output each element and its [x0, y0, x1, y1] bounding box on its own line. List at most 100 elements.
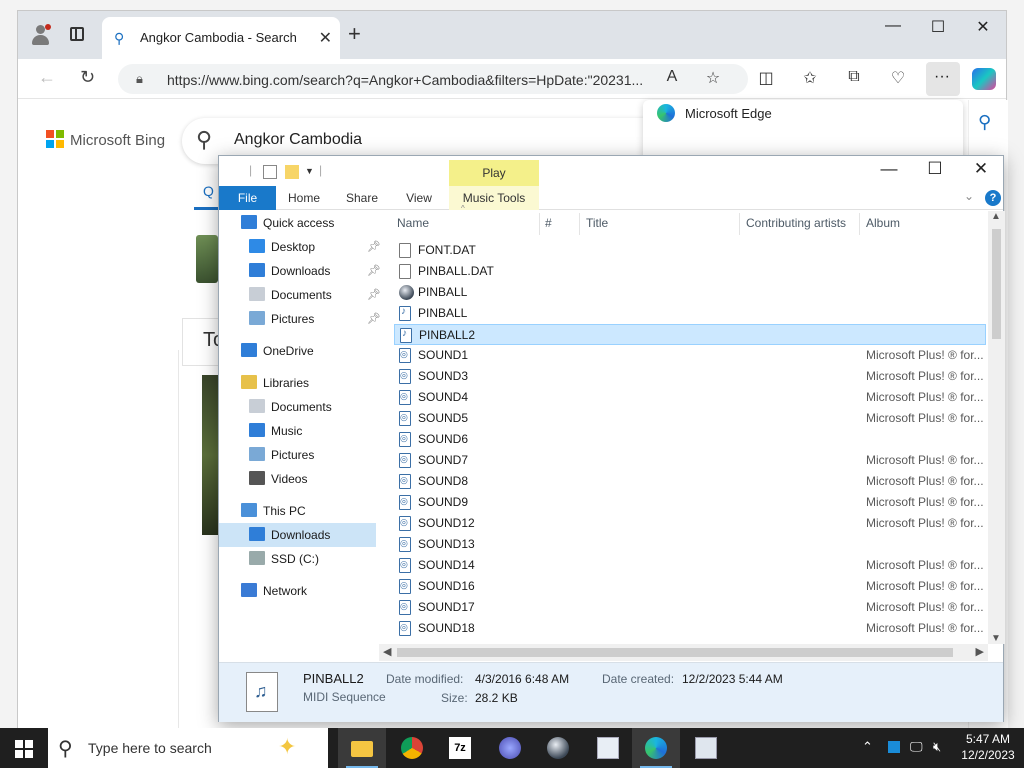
file-row[interactable]: SOUND7 Microsoft Plus! ® for... [394, 450, 986, 471]
taskbar-chrome[interactable] [388, 728, 436, 768]
play-context-tab[interactable]: Play [449, 160, 539, 186]
qat-dropdown-icon[interactable]: ▼ [305, 166, 314, 176]
bing-brand[interactable]: Microsoft Bing [70, 132, 165, 149]
file-row[interactable]: SOUND18 Microsoft Plus! ® for... [394, 618, 986, 639]
ribbon-tab-home[interactable]: Home [279, 186, 329, 210]
vertical-scrollbar[interactable]: ▲ ▼ [988, 211, 1005, 644]
file-row[interactable]: PINBALL.DAT [394, 261, 986, 282]
file-row[interactable]: SOUND16 Microsoft Plus! ® for... [394, 576, 986, 597]
file-row[interactable]: PINBALL2 [394, 324, 986, 345]
nav-item-pictures[interactable]: Pictures 📌︎ [249, 307, 381, 331]
file-row[interactable]: SOUND13 [394, 534, 986, 555]
tray-app-icon[interactable] [888, 741, 900, 753]
address-bar[interactable]: 🔒︎ https://www.bing.com/search?q=Angkor+… [118, 64, 748, 94]
column-album[interactable]: Album [866, 211, 900, 235]
column-separator[interactable] [539, 213, 540, 235]
nav-item-libraries[interactable]: Libraries [241, 371, 309, 395]
maximize-button[interactable]: ☐ [923, 17, 953, 37]
file-row[interactable]: SOUND1 Microsoft Plus! ® for... [394, 345, 986, 366]
start-button[interactable] [15, 740, 33, 758]
taskbar-edge[interactable] [632, 728, 680, 768]
nav-item-this-pc[interactable]: This PC [241, 499, 306, 523]
nav-item-music[interactable]: Music [249, 419, 302, 443]
explorer-minimize-button[interactable]: — [867, 159, 911, 179]
ribbon-tab-file[interactable]: File [219, 186, 276, 210]
file-row[interactable]: SOUND4 Microsoft Plus! ® for... [394, 387, 986, 408]
nav-item-downloads[interactable]: Downloads [219, 523, 376, 547]
result-card[interactable]: To [182, 318, 224, 366]
help-icon[interactable]: ? [985, 190, 1001, 206]
column-separator[interactable] [859, 213, 860, 235]
column-separator[interactable] [739, 213, 740, 235]
column-contributing-artists[interactable]: Contributing artists [746, 211, 846, 235]
tab-actions-icon[interactable] [70, 27, 84, 41]
ribbon-tab-share[interactable]: Share [337, 186, 387, 210]
result-thumbnail[interactable] [196, 235, 218, 283]
read-aloud-icon[interactable]: A [660, 68, 684, 86]
new-tab-button[interactable]: + [348, 23, 361, 45]
back-icon[interactable]: ← [38, 67, 56, 88]
favorites-icon[interactable]: ✩ [798, 68, 822, 88]
taskbar-7zip[interactable]: 7z [436, 728, 484, 768]
browser-tab[interactable]: ⚲ Angkor Cambodia - Search ✕ [102, 17, 340, 59]
vertical-scroll-thumb[interactable] [992, 229, 1001, 339]
file-row[interactable]: SOUND5 Microsoft Plus! ® for... [394, 408, 986, 429]
column-title[interactable]: Title [586, 211, 608, 235]
collections-icon[interactable]: ⧉ [842, 68, 866, 86]
horizontal-scrollbar[interactable]: ◀ ▶ [379, 644, 988, 661]
properties-icon[interactable] [263, 165, 277, 179]
file-row[interactable]: SOUND6 [394, 429, 986, 450]
file-row[interactable]: PINBALL [394, 282, 986, 303]
column-number[interactable]: # [545, 211, 552, 235]
ribbon-tab-view[interactable]: View [395, 186, 443, 210]
file-row[interactable]: PINBALL [394, 303, 986, 324]
taskbar-search-box[interactable]: ⚲ Type here to search ✦ [48, 728, 328, 768]
more-button[interactable]: ··· [926, 62, 960, 96]
nav-item-desktop[interactable]: Desktop 📌︎ [249, 235, 381, 259]
close-button[interactable]: ✕ [968, 17, 998, 37]
scroll-right-icon[interactable]: ▶ [976, 645, 984, 658]
file-row[interactable]: SOUND12 Microsoft Plus! ® for... [394, 513, 986, 534]
taskbar-pinball[interactable] [534, 728, 582, 768]
copilot-icon[interactable] [972, 68, 996, 90]
taskbar-clock[interactable]: 5:47 AM 12/2/2023 [958, 731, 1018, 763]
nav-item-ssd-c-[interactable]: SSD (C:) [249, 547, 319, 571]
column-separator[interactable] [579, 213, 580, 235]
search-tab-icon[interactable]: Q [203, 183, 214, 199]
scroll-left-icon[interactable]: ◀ [383, 645, 391, 658]
new-folder-icon[interactable] [285, 165, 299, 179]
sidebar-search-icon[interactable]: ⚲ [978, 112, 991, 133]
file-row[interactable]: SOUND9 Microsoft Plus! ® for... [394, 492, 986, 513]
favorite-star-icon[interactable]: ☆ [701, 68, 725, 88]
file-row[interactable]: SOUND3 Microsoft Plus! ® for... [394, 366, 986, 387]
show-hidden-icons-icon[interactable]: ⌃ [862, 739, 873, 755]
taskbar-notepad[interactable] [584, 728, 632, 768]
file-row[interactable]: SOUND8 Microsoft Plus! ® for... [394, 471, 986, 492]
minimize-button[interactable]: — [878, 17, 908, 35]
explorer-maximize-button[interactable]: ☐ [913, 159, 957, 179]
expand-ribbon-icon[interactable]: ⌄ [964, 189, 974, 203]
taskbar-file-explorer[interactable] [338, 728, 386, 768]
browser-essentials-icon[interactable]: ♡ [886, 68, 910, 88]
nav-item-documents[interactable]: Documents [249, 395, 332, 419]
profile-icon[interactable] [30, 23, 52, 45]
nav-item-quick-access[interactable]: Quick access [241, 211, 334, 235]
nav-item-onedrive[interactable]: OneDrive [241, 339, 314, 363]
file-row[interactable]: SOUND14 Microsoft Plus! ® for... [394, 555, 986, 576]
tab-close-icon[interactable]: ✕ [319, 28, 332, 48]
nav-item-downloads[interactable]: Downloads 📌︎ [249, 259, 381, 283]
taskbar-app-window[interactable] [682, 728, 730, 768]
scroll-up-icon[interactable]: ▲ [991, 211, 1001, 222]
scroll-down-icon[interactable]: ▼ [991, 633, 1001, 644]
refresh-icon[interactable]: ↻ [80, 67, 95, 88]
file-row[interactable]: SOUND17 Microsoft Plus! ® for... [394, 597, 986, 618]
explorer-close-button[interactable]: ✕ [959, 159, 1003, 179]
taskbar-app-gear[interactable] [486, 728, 534, 768]
nav-item-videos[interactable]: Videos [249, 467, 307, 491]
nav-item-network[interactable]: Network [241, 579, 307, 603]
file-row[interactable]: FONT.DAT [394, 240, 986, 261]
nav-item-documents[interactable]: Documents 📌︎ [249, 283, 381, 307]
column-name[interactable]: Name [397, 211, 429, 235]
network-icon[interactable]: 🖵︎ [910, 739, 923, 755]
horizontal-scroll-thumb[interactable] [397, 648, 953, 657]
